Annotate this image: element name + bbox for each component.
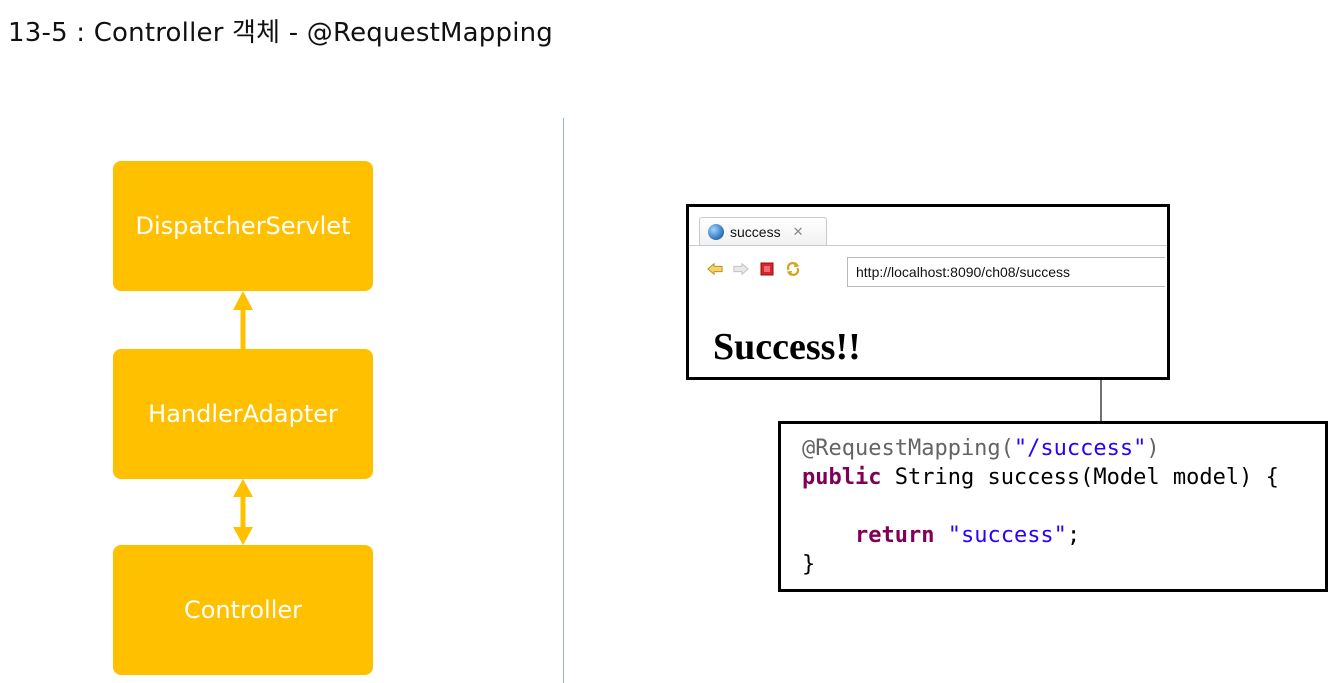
public-keyword: public [802,465,882,490]
closing-brace-token: } [802,552,816,577]
annotation-close-token: ) [1146,436,1160,461]
back-arrow-icon[interactable] [707,261,723,277]
close-icon[interactable]: ✕ [793,224,804,240]
vertical-divider [563,118,564,683]
return-keyword: return [854,523,935,548]
arrow-up-to-dispatcher [233,291,253,349]
code-line-signature: public String success(Model model) { [802,463,1325,492]
code-line-annotation: @RequestMapping("/success") [802,434,1325,463]
url-bar[interactable]: http://localhost:8090/ch08/success [847,257,1165,287]
path-string-token: "/success" [1013,436,1147,461]
refresh-icon[interactable] [785,261,801,277]
return-string-token: "success" [947,523,1067,548]
code-line-return: return "success"; [802,521,1325,550]
browser-tab[interactable]: success ✕ [699,217,827,246]
tab-label: success [730,224,781,240]
stop-icon[interactable] [759,261,775,277]
forward-arrow-icon[interactable] [733,261,749,277]
signature-token: String success(Model model) { [881,465,1279,490]
arrow-bidirectional-controller [233,479,253,545]
annotation-token: @RequestMapping( [802,436,1014,461]
page-heading: Success!! [713,326,861,368]
globe-icon [708,224,724,240]
tab-divider [689,245,1167,246]
semicolon-token: ; [1066,523,1081,548]
nav-toolbar [707,261,801,277]
code-line-close: } [802,550,1325,579]
browser-window: success ✕ http://localhost:8090/ch08/suc… [686,204,1170,380]
code-snippet: @RequestMapping("/success") public Strin… [778,421,1328,592]
